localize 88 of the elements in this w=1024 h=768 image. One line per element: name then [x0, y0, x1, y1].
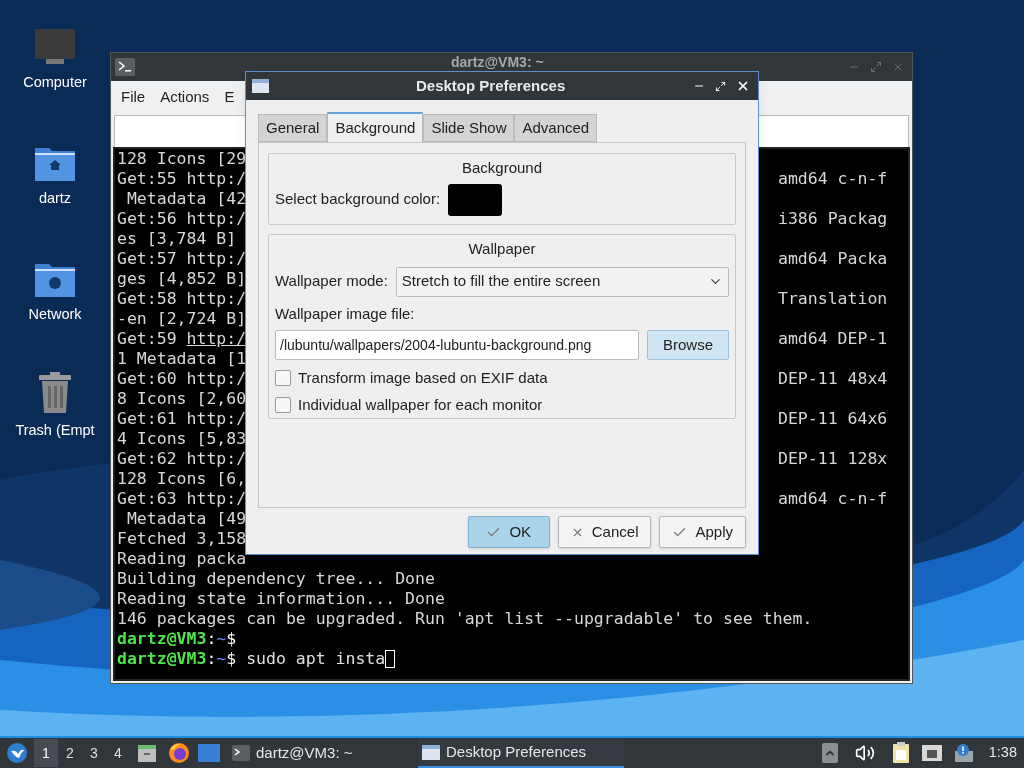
- file-cabinet-icon[interactable]: [137, 743, 157, 763]
- field-label: Wallpaper mode:: [275, 271, 388, 292]
- terminal-line: DEP-11 64x6: [778, 409, 888, 429]
- terminal-line: Get:63 http:/: [117, 489, 247, 509]
- terminal-line: Get:58 http:/: [117, 289, 247, 309]
- terminal-line: Reading state information... Done: [117, 589, 445, 608]
- terminal-line: 4 Icons [5,83: [117, 429, 247, 449]
- task-button[interactable]: dartz@VM3: ~: [228, 738, 418, 768]
- terminal-line: Get:59 http:/: [117, 329, 247, 349]
- tab[interactable]: General: [258, 114, 328, 142]
- browse-button[interactable]: Browse: [647, 330, 729, 360]
- workspace-button[interactable]: 3: [82, 739, 106, 767]
- checkbox[interactable]: [275, 396, 291, 413]
- checkbox-label: Individual wallpaper for each monitor: [298, 394, 543, 415]
- terminal-line: Building dependency tree... Done: [117, 569, 435, 588]
- terminal-line: Get:61 http:/: [117, 409, 247, 429]
- trash-icon: [37, 372, 73, 414]
- file-path-field[interactable]: /lubuntu/wallpapers/2004-lubuntu-background.png: [275, 330, 639, 360]
- mode-dropdown[interactable]: Stretch to fill the entire screen: [395, 266, 729, 297]
- terminal-line: Metadata [49: [125, 509, 247, 529]
- group-title: Wallpaper: [468, 239, 536, 259]
- window-icon: [422, 744, 440, 760]
- volume-icon[interactable]: [854, 743, 875, 763]
- window-title: dartz@VM3: ~: [451, 54, 544, 70]
- terminal-line: Get:62 http:/: [117, 449, 247, 469]
- tray-expand-icon[interactable]: [821, 743, 838, 763]
- group-title: Background: [461, 158, 543, 178]
- workspace-button[interactable]: 1: [34, 739, 58, 767]
- terminal-line: DEP-11 48x4: [778, 369, 888, 389]
- color-swatch[interactable]: [448, 183, 503, 216]
- clock[interactable]: 1:38: [988, 742, 1017, 764]
- terminal-line: DEP-11 128x: [778, 449, 888, 469]
- terminal-line: amd64 DEP-1: [778, 329, 888, 349]
- terminal-line: Get:55 http:/: [117, 169, 247, 189]
- terminal-line: Get:57 http:/: [117, 249, 247, 269]
- clipboard-icon[interactable]: [891, 742, 910, 764]
- field-label: Select background color:: [275, 189, 441, 210]
- terminal-line: 128 Icons [6,: [117, 469, 247, 489]
- terminal-line: Get:60 http:/: [117, 369, 247, 389]
- desktop-icon-label[interactable]: Computer: [23, 72, 87, 94]
- checkbox[interactable]: [275, 370, 291, 387]
- terminal-line: amd64 Packa: [778, 249, 888, 269]
- terminal-line: Fetched 3,158: [117, 529, 247, 549]
- terminal-prompt: dartz@VM3:~$: [117, 629, 237, 649]
- workspace-button[interactable]: 2: [58, 739, 82, 767]
- terminal-line: Metadata [42: [125, 189, 247, 209]
- notification-icon[interactable]: [953, 743, 974, 763]
- terminal-line: Get:56 http:/: [117, 209, 247, 229]
- apply-button[interactable]: Apply: [659, 516, 746, 548]
- terminal-line: es [3,784 B]: [117, 229, 237, 249]
- field-label: Wallpaper image file:: [275, 303, 415, 324]
- terminal-line: amd64 c-n-f: [778, 489, 888, 509]
- desktop-icon-label[interactable]: dartz: [38, 188, 72, 210]
- checkbox-label: Transform image based on EXIF data: [298, 368, 548, 388]
- maximize-icon[interactable]: [715, 80, 726, 92]
- fox-globe-icon[interactable]: [168, 742, 190, 764]
- terminal-line: 1 Metadata [1: [117, 349, 247, 369]
- menu-item[interactable]: Actions: [160, 85, 210, 109]
- desktop-icon-label[interactable]: Network: [28, 304, 82, 326]
- cancel-button[interactable]: Cancel: [557, 516, 652, 548]
- terminal-icon: [115, 58, 135, 76]
- terminal-prompt: dartz@VM3:~$: [117, 649, 237, 669]
- network-icon[interactable]: [920, 744, 943, 762]
- terminal-line: 128 Icons [29: [117, 149, 247, 169]
- tab[interactable]: Advanced: [514, 114, 598, 142]
- monitor-icon: [34, 28, 76, 66]
- bird-logo-icon[interactable]: [6, 742, 28, 764]
- terminal-line: Translation: [778, 289, 888, 309]
- menu-item[interactable]: File: [121, 85, 146, 109]
- desktop-icon-label[interactable]: Trash (Empt: [15, 420, 95, 442]
- workspace-button[interactable]: 4: [106, 739, 130, 767]
- task-button[interactable]: Desktop Preferences: [418, 738, 624, 768]
- terminal-line: i386 Packag: [778, 209, 888, 229]
- tab[interactable]: Background: [327, 112, 424, 142]
- terminal-icon: [232, 745, 250, 761]
- terminal-line: Reading packa: [117, 549, 247, 568]
- terminal-line: ges [4,852 B]: [117, 269, 247, 289]
- terminal-line: 146 packages can be upgraded. Run 'apt list --upgradable' to see them.: [117, 609, 813, 628]
- terminal-line: -en [2,724 B]: [117, 309, 247, 329]
- terminal-line: 8 Icons [2,60: [117, 389, 247, 409]
- window-title: Desktop Preferences: [416, 75, 566, 96]
- tab[interactable]: Slide Show: [423, 114, 515, 142]
- window-icon: [252, 79, 269, 93]
- close-icon[interactable]: [736, 79, 750, 93]
- menu-item[interactable]: E: [224, 85, 235, 109]
- terminal-command: sudo apt insta: [245, 649, 386, 669]
- ok-button[interactable]: OK: [467, 516, 550, 548]
- terminal-line: amd64 c-n-f: [778, 169, 888, 189]
